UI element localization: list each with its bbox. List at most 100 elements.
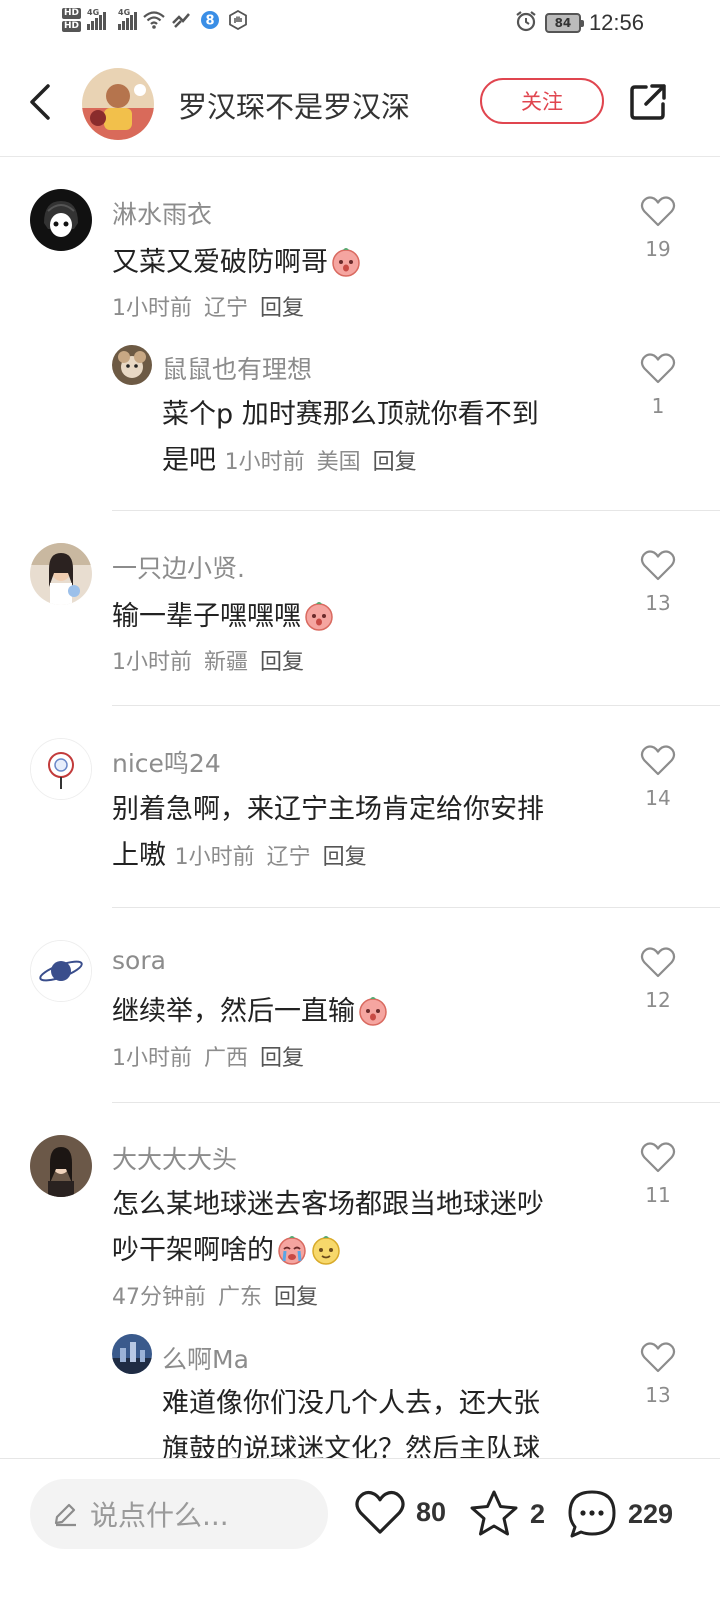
comment-time: 1小时前 [112,296,192,321]
like-count: 14 [645,786,671,810]
hd-indicator: HD HD [62,8,82,32]
comment-text[interactable]: 别着急啊，来辽宁主场肯定给你安排 上嗷 1小时前 辽宁 回复 [112,787,612,881]
comment-location: 美国 [316,450,361,475]
comment-divider [112,1102,720,1103]
comment-time: 1小时前 [174,845,255,870]
comment-meta: 1小时前 美国 回复 [225,450,417,475]
like-count: 13 [645,1383,671,1407]
like-count: 11 [645,1183,671,1207]
author-name: 罗汉琛不是罗汉深 [178,90,411,124]
comment-username[interactable]: sora [112,946,166,975]
like-button[interactable]: 19 [633,195,683,261]
comment-text[interactable]: 怎么某地球迷去客场都跟当地球迷吵 吵干架啊啥的 [112,1182,612,1274]
comment-time: 47分钟前 [112,1285,206,1310]
avatar[interactable] [112,345,152,385]
reply-button[interactable]: 回复 [323,845,367,870]
avatar[interactable] [30,738,92,800]
comment-text[interactable]: 又菜又爱破防啊哥 [112,240,362,286]
alarm-icon [515,10,537,36]
like-button[interactable]: 13 [633,549,683,615]
comment-location: 广西 [204,1046,249,1071]
badge-icon: 8 [199,10,221,30]
comment-total: 229 [628,1498,674,1529]
comment-location: 辽宁 [204,296,249,321]
peach-emoji-icon [330,245,362,277]
heart-icon [640,196,676,227]
svg-text:8: 8 [205,14,214,29]
heart-icon [640,1342,676,1373]
comment-divider [112,907,720,908]
comment-username[interactable]: 么啊Ma [162,1340,249,1376]
heart-icon [640,1142,676,1173]
comment-meta: 47分钟前 广东 回复 [112,1279,318,1311]
avatar[interactable] [30,543,92,605]
avatar[interactable] [30,1135,92,1197]
top-header: 罗汉琛不是罗汉深 关注 [0,56,720,156]
author-avatar[interactable] [82,68,154,140]
comment-divider [112,705,720,706]
wifi-icon [143,10,165,30]
heart-icon [640,745,676,776]
like-count: 1 [651,394,665,418]
like-count: 19 [645,237,671,261]
reply-button[interactable]: 回复 [274,1285,318,1310]
like-button[interactable]: 1 [633,352,683,418]
like-post-button[interactable]: 80 [354,1489,446,1535]
comment-input[interactable]: 说点什么... [30,1479,328,1549]
avatar[interactable] [30,940,92,1002]
reply-button[interactable]: 回复 [260,650,304,675]
battery-indicator: 84 [544,13,584,33]
app-notification-icon [171,10,193,30]
comment-meta: 1小时前 辽宁 回复 [112,290,304,322]
like-count: 12 [645,988,671,1012]
lemon-emoji-icon [310,1233,342,1265]
comments-button[interactable]: 229 [566,1489,673,1539]
share-icon [630,84,666,120]
back-button[interactable] [22,82,62,122]
like-button[interactable]: 14 [633,744,683,810]
pencil-icon [54,1503,76,1527]
like-button[interactable]: 13 [633,1341,683,1407]
comment-username[interactable]: 一只边小贤. [112,549,245,585]
comment-meta: 1小时前 广西 回复 [112,1040,304,1072]
like-count: 13 [645,591,671,615]
signal-icon: 4G [118,8,138,30]
bottom-action-bar: 说点什么... 80 2 229 [0,1458,720,1601]
comment-username[interactable]: nice鸣24 [112,744,221,780]
comment-username[interactable]: 淋水雨衣 [112,195,212,231]
clock: 12:56 [588,10,644,35]
peach-emoji-icon [357,994,389,1026]
like-button[interactable]: 12 [633,946,683,1012]
header-divider [0,156,720,157]
avatar[interactable] [30,189,92,251]
comment-meta: 1小时前 新疆 回复 [112,644,304,676]
reply-button[interactable]: 回复 [260,1046,304,1071]
comment-username[interactable]: 鼠鼠也有理想 [162,350,312,386]
comment-time: 1小时前 [112,650,192,675]
status-bar: HD HD 4G 4G 8 84 12:56 [0,0,720,48]
peach-emoji-icon [303,599,335,631]
heart-icon [355,1490,405,1534]
comment-meta: 1小时前 辽宁 回复 [175,845,367,870]
comment-text[interactable]: 输一辈子嘿嘿嘿 [112,594,335,640]
heart-icon [640,947,676,978]
follow-button[interactable]: 关注 [480,78,604,124]
reply-button[interactable]: 回复 [260,296,304,321]
comment-location: 辽宁 [266,845,311,870]
like-total: 80 [416,1496,447,1527]
comment-text[interactable]: 菜个p 加时赛那么顶就你看不到 是吧 1小时前 美国 回复 [162,392,622,486]
like-button[interactable]: 11 [633,1141,683,1207]
crying-emoji-icon [276,1233,308,1265]
reply-button[interactable]: 回复 [373,450,417,475]
avatar[interactable] [112,1334,152,1374]
hand-icon [227,10,249,30]
comment-username[interactable]: 大大大大头 [112,1140,237,1176]
favorite-button[interactable]: 2 [468,1489,545,1539]
heart-icon [640,353,676,384]
star-icon [470,1490,518,1536]
comment-text[interactable]: 继续举，然后一直输 [112,989,389,1035]
comment-location: 新疆 [204,650,249,675]
favorite-total: 2 [530,1498,546,1529]
share-button[interactable] [628,82,668,122]
signal-icon: 4G [87,8,107,30]
